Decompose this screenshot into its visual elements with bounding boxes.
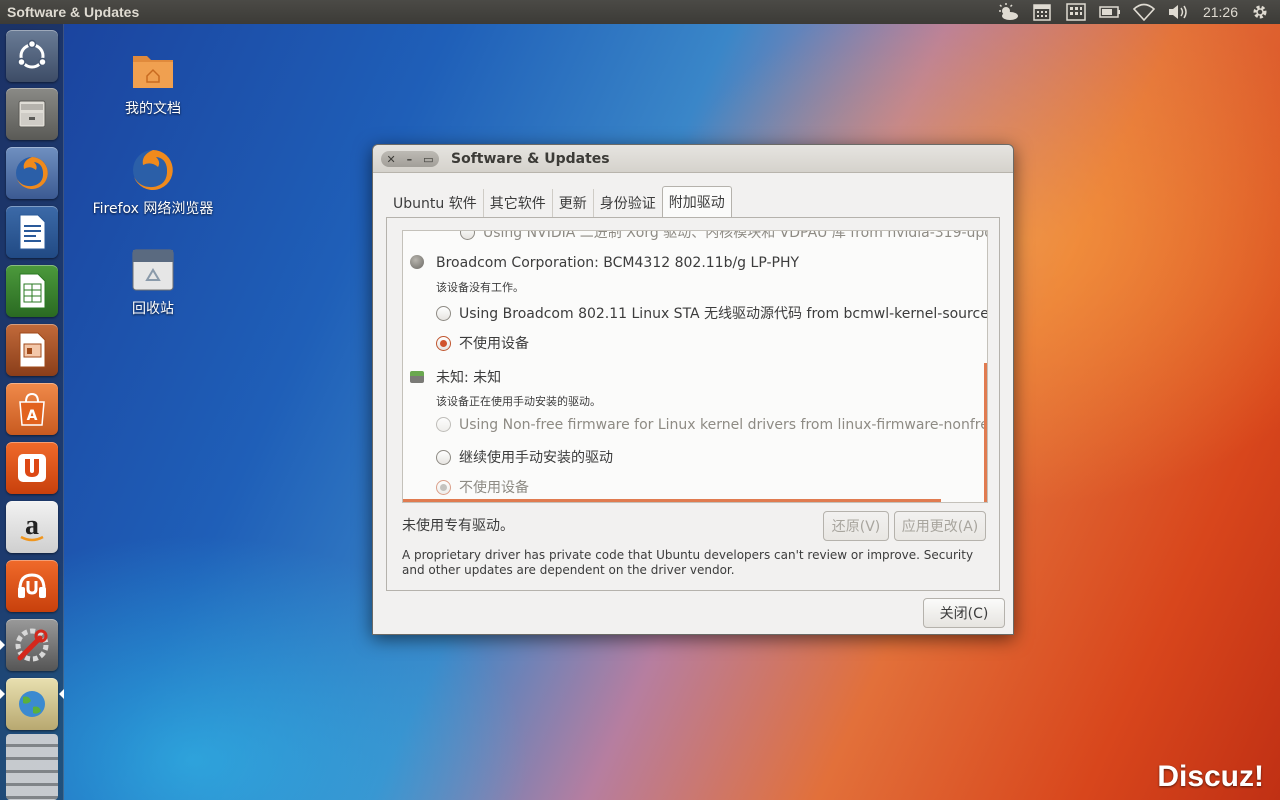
driver-option[interactable]: Using Broadcom 802.11 Linux STA 无线驱动源代码 …	[436, 303, 988, 323]
launcher-item-firefox[interactable]	[6, 147, 58, 199]
wifi-icon[interactable]	[1127, 0, 1161, 24]
launcher-item-software-updates[interactable]	[6, 678, 58, 730]
driver-option: 不使用设备	[436, 477, 529, 497]
tab-other-software[interactable]: 其它软件	[484, 189, 553, 217]
headphones-icon	[18, 573, 46, 598]
active-app-title: Software & Updates	[7, 4, 140, 20]
tab-bar: Ubuntu 软件 其它软件 更新 身份验证 附加驱动	[387, 186, 732, 217]
maximize-icon[interactable]: ▭	[423, 154, 433, 165]
active-indicator	[59, 689, 64, 699]
window-title: Software & Updates	[451, 151, 610, 167]
battery-icon[interactable]	[1093, 0, 1127, 24]
horizontal-scrollbar[interactable]	[403, 499, 941, 502]
driver-option-label: Using Broadcom 802.11 Linux STA 无线驱动源代码 …	[459, 306, 988, 322]
running-indicator	[0, 640, 5, 650]
trash-icon	[129, 246, 177, 294]
desktop-icon-firefox[interactable]: Firefox 网络浏览器	[88, 146, 218, 218]
driver-option[interactable]: 继续使用手动安装的驱动	[436, 447, 613, 467]
launcher-item-calc[interactable]	[6, 265, 58, 317]
driver-status-text: 未使用专有驱动。	[402, 518, 514, 534]
tab-panel: Using NVIDIA 二进制 Xorg 驱动、内核模块和 VDPAU 库 f…	[386, 217, 1000, 591]
radio-button[interactable]	[436, 306, 451, 321]
close-icon[interactable]: ✕	[386, 154, 395, 165]
desktop-icon-trash[interactable]: 回收站	[88, 246, 218, 318]
ubuntu-one-icon	[18, 454, 46, 482]
device-header: 未知: 未知	[410, 367, 501, 387]
driver-option-label: 不使用设备	[459, 336, 529, 352]
driver-option-cut: Using NVIDIA 二进制 Xorg 驱动、内核模块和 VDPAU 库 f…	[460, 231, 987, 242]
launcher-trash-stack[interactable]	[6, 734, 58, 800]
volume-icon[interactable]	[1161, 0, 1195, 24]
desktop-icon-label: Firefox 网络浏览器	[92, 201, 214, 217]
writer-icon	[19, 214, 46, 250]
driver-option[interactable]: 不使用设备	[436, 333, 529, 353]
driver-option-label: 不使用设备	[459, 480, 529, 496]
device-title: 未知: 未知	[436, 370, 502, 386]
window-titlebar[interactable]: ✕ – ▭ Software & Updates	[373, 145, 1013, 173]
minimize-icon[interactable]: –	[407, 154, 413, 165]
window-controls: ✕ – ▭	[381, 151, 439, 167]
svg-text:A: A	[27, 408, 38, 424]
radio-button	[436, 417, 451, 432]
vertical-scrollbar[interactable]	[984, 363, 987, 502]
desktop-icon-label: 我的文档	[125, 101, 181, 117]
radio-button	[436, 480, 451, 495]
svg-text:a: a	[25, 510, 39, 541]
hardware-card-icon	[410, 371, 424, 383]
calc-icon	[19, 273, 46, 309]
launcher-item-ubuntu-one-music[interactable]	[6, 560, 58, 612]
device-subtitle: 该设备没有工作。	[436, 281, 524, 294]
settings-wrench-icon	[15, 628, 49, 662]
launcher-item-system-settings[interactable]	[6, 619, 58, 671]
firefox-icon	[16, 157, 48, 189]
driver-option: Using Non-free firmware for Linux kernel…	[436, 417, 988, 433]
device-status-dot-icon	[410, 255, 424, 269]
revert-button[interactable]: 还原(V)	[823, 511, 889, 541]
ubuntu-logo-icon	[17, 39, 47, 69]
tab-updates[interactable]: 更新	[553, 189, 594, 217]
globe-icon	[19, 691, 45, 717]
tab-ubuntu-software[interactable]: Ubuntu 软件	[387, 189, 484, 217]
driver-list[interactable]: Using NVIDIA 二进制 Xorg 驱动、内核模块和 VDPAU 库 f…	[402, 230, 988, 503]
device-title: Broadcom Corporation: BCM4312 802.11b/g …	[436, 255, 800, 271]
driver-option-label: 继续使用手动安装的驱动	[459, 450, 613, 466]
launcher-item-files[interactable]	[6, 88, 58, 140]
weather-icon[interactable]	[991, 0, 1025, 24]
radio-button[interactable]	[436, 450, 451, 465]
shopping-bag-icon: A	[19, 392, 45, 426]
device-header: Broadcom Corporation: BCM4312 802.11b/g …	[410, 255, 799, 271]
launcher-item-amazon[interactable]: a	[6, 501, 58, 553]
software-updates-window: ✕ – ▭ Software & Updates Ubuntu 软件 其它软件 …	[372, 144, 1014, 635]
indicator-area: 21:26	[991, 0, 1274, 24]
file-cabinet-icon	[18, 100, 46, 128]
firefox-icon	[129, 146, 177, 194]
radio-button[interactable]	[436, 336, 451, 351]
close-button[interactable]: 关闭(C)	[923, 598, 1005, 628]
calendar-icon[interactable]	[1025, 0, 1059, 24]
clock[interactable]: 21:26	[1195, 4, 1246, 20]
tab-authentication[interactable]: 身份验证	[594, 189, 662, 217]
session-gear-icon[interactable]	[1246, 0, 1274, 24]
running-indicator	[0, 689, 5, 699]
device-subtitle: 该设备正在使用手动安装的驱动。	[436, 395, 601, 408]
keyboard-icon[interactable]	[1059, 0, 1093, 24]
apply-changes-button[interactable]: 应用更改(A)	[894, 511, 986, 541]
launcher: A a	[0, 24, 64, 800]
top-panel: Software & Updates 21:26	[0, 0, 1280, 24]
tab-additional-drivers[interactable]: 附加驱动	[661, 186, 732, 217]
launcher-item-ubuntu-one[interactable]	[6, 442, 58, 494]
proprietary-driver-note: A proprietary driver has private code th…	[402, 548, 974, 577]
desktop-icon-label: 回收站	[132, 301, 174, 317]
launcher-item-impress[interactable]	[6, 324, 58, 376]
impress-icon	[19, 332, 46, 368]
launcher-item-software-center[interactable]: A	[6, 383, 58, 435]
desktop-icon-documents[interactable]: 我的文档	[88, 46, 218, 118]
folder-icon	[129, 46, 177, 94]
watermark: Discuz!	[1157, 760, 1264, 793]
amazon-icon: a	[20, 510, 44, 542]
launcher-item-writer[interactable]	[6, 206, 58, 258]
launcher-item-dash-home[interactable]	[6, 30, 58, 82]
driver-option-label: Using Non-free firmware for Linux kernel…	[459, 417, 988, 433]
